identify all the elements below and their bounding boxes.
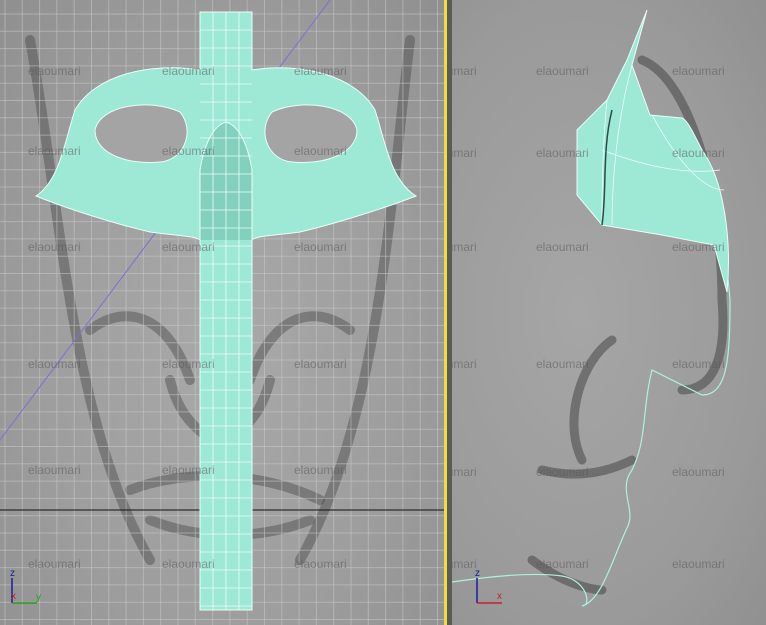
watermark-text: elaoumari: [28, 557, 81, 571]
watermark-text: elaoumari: [162, 240, 215, 254]
watermark-text: elaoumari: [672, 465, 725, 479]
watermark-text: elaoumari: [294, 144, 347, 158]
watermark-text: elaoumari: [28, 240, 81, 254]
watermark-text: elaoumari: [452, 146, 477, 160]
watermark-text: elaoumari: [162, 144, 215, 158]
watermark-text: elaoumari: [28, 463, 81, 477]
right-viewport[interactable]: z x elaoumari elaoumari elaoumari elaoumari…: [452, 0, 766, 625]
axis-x-label: x: [497, 591, 502, 602]
watermark-text: elaoumari: [452, 465, 477, 479]
axis-y-label: y: [36, 592, 41, 603]
watermark-text: elaoumari: [162, 463, 215, 477]
watermark-text: elaoumari: [294, 463, 347, 477]
watermark-text: elaoumari: [294, 557, 347, 571]
watermark-text: elaoumari: [536, 64, 589, 78]
front-viewport[interactable]: z y x elaoumari elaoumari elaoumari elaouma…: [0, 0, 444, 625]
watermark-text: elaoumari: [28, 357, 81, 371]
mask-mesh-front[interactable]: [34, 11, 418, 611]
watermark-text: elaoumari: [536, 357, 589, 371]
watermark-text: elaoumari: [28, 144, 81, 158]
watermark-text: elaoumari: [672, 357, 725, 371]
profile-spline[interactable]: [452, 229, 731, 607]
axis-z-label: z: [10, 568, 15, 579]
watermark-text: elaoumari: [452, 357, 477, 371]
watermark-text: elaoumari: [294, 64, 347, 78]
watermark-text: elaoumari: [162, 64, 215, 78]
watermark-text: elaoumari: [672, 146, 725, 160]
watermark-text: elaoumari: [294, 240, 347, 254]
watermark-text: elaoumari: [536, 146, 589, 160]
front-viewport-canvas[interactable]: z y x: [0, 0, 444, 625]
watermark-text: elaoumari: [536, 557, 589, 571]
axis-x-label: x: [11, 591, 16, 602]
axis-gizmo: z x: [475, 568, 502, 604]
watermark-text: elaoumari: [28, 64, 81, 78]
watermark-text: elaoumari: [672, 557, 725, 571]
watermark-text: elaoumari: [672, 240, 725, 254]
watermark-text: elaoumari: [452, 557, 477, 571]
watermark-text: elaoumari: [536, 240, 589, 254]
watermark-text: elaoumari: [162, 557, 215, 571]
watermark-text: elaoumari: [536, 465, 589, 479]
axis-gizmo: z y x: [10, 568, 41, 604]
watermark-text: elaoumari: [672, 64, 725, 78]
right-viewport-canvas[interactable]: z x: [452, 0, 766, 625]
watermark-text: elaoumari: [162, 357, 215, 371]
watermark-text: elaoumari: [452, 64, 477, 78]
watermark-text: elaoumari: [294, 357, 347, 371]
watermark-text: elaoumari: [452, 240, 477, 254]
